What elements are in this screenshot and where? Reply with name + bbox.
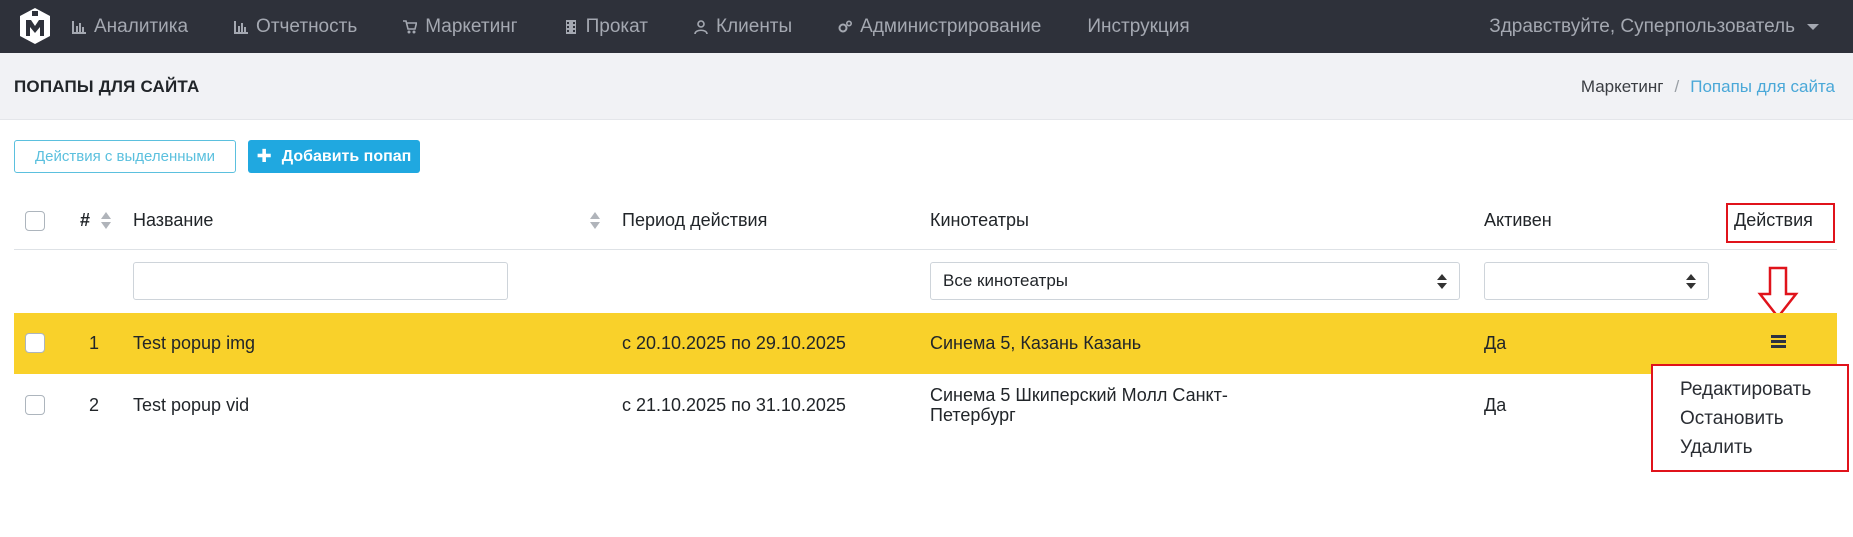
row-number: 2 [89,395,100,415]
sort-icon[interactable] [100,212,112,230]
row-active: Да [1484,333,1507,353]
top-navbar: Аналитика Отчетность Маркетинг Прокат Кл… [0,0,1853,53]
nav-item-instructions[interactable]: Инструкция [1087,16,1189,38]
add-popup-button[interactable]: ✚ Добавить попап [248,140,420,173]
table-row [14,313,1837,374]
nav-item-label: Администрирование [860,15,1042,37]
select-all-checkbox[interactable] [25,211,45,231]
menu-item-delete[interactable]: Удалить [1680,437,1753,459]
breadcrumb-separator: / [1674,77,1680,96]
annotation-highlight-box [1726,203,1835,243]
actions-list-icon[interactable] [1771,335,1786,348]
bar-chart-icon [234,20,249,34]
bulk-actions-button[interactable]: Действия с выделенными [14,140,236,173]
name-filter-input[interactable] [133,262,508,300]
row-cinemas-line: Петербург [930,405,1016,425]
sort-icon[interactable] [589,212,601,230]
plus-icon: ✚ [256,146,272,166]
column-header-name[interactable]: Название [133,210,213,231]
film-icon [565,19,576,34]
breadcrumb-link-marketing[interactable]: Маркетинг [1581,77,1664,97]
user-greeting: Здравствуйте, Суперпользователь [1489,15,1795,37]
cinemas-filter-select[interactable]: Все кинотеатры [930,262,1460,300]
active-filter-select[interactable] [1484,262,1709,300]
nav-item-label: Аналитика [94,15,189,37]
page-header: ПОПАПЫ ДЛЯ САЙТА Маркетинг / Попапы для … [0,53,1853,120]
row-checkbox[interactable] [25,333,45,353]
nav-item-analytics[interactable]: Аналитика [72,16,188,38]
nav-item-marketing[interactable]: Маркетинг [403,15,518,38]
logo-icon[interactable] [16,6,54,46]
main-nav: Аналитика Отчетность Маркетинг Прокат Кл… [72,0,1236,53]
cinemas-filter-value: Все кинотеатры [943,271,1069,290]
nav-item-label: Клиенты [715,15,793,37]
nav-item-label: Маркетинг [425,15,518,37]
row-cinemas: Синема 5 Шкиперский Молл Санкт- Петербур… [930,385,1228,425]
menu-item-edit[interactable]: Редактировать [1680,379,1811,401]
gears-icon [838,20,853,32]
nav-item-administration[interactable]: Администрирование [838,16,1041,38]
row-period: с 21.10.2025 по 31.10.2025 [622,395,846,415]
row-cinemas: Синема 5, Казань Казань [930,333,1142,353]
row-period: с 20.10.2025 по 29.10.2025 [622,333,846,353]
row-active: Да [1484,395,1507,415]
column-header-cinemas: Кинотеатры [930,210,1029,230]
select-arrows-icon [1437,274,1447,290]
breadcrumb-current: Попапы для сайта [1690,77,1835,96]
nav-item-label: Прокат [585,15,648,37]
breadcrumb: Маркетинг / Попапы для сайта [1581,77,1835,97]
row-checkbox[interactable] [25,395,45,415]
caret-down-icon [1807,23,1819,30]
bar-chart-icon [72,20,86,34]
page-title: ПОПАПЫ ДЛЯ САЙТА [14,77,200,96]
nav-item-label: Отчетность [256,15,358,37]
column-header-number[interactable]: # [80,210,90,231]
row-number: 1 [89,333,100,353]
add-popup-label: Добавить попап [281,147,412,165]
actions-dropdown-menu: Редактировать Остановить Удалить [1651,364,1849,472]
header-divider [14,249,1837,250]
column-header-period: Период действия [622,210,768,230]
row-name: Test popup img [133,333,256,353]
nav-item-distribution[interactable]: Прокат [564,16,648,38]
menu-item-stop[interactable]: Остановить [1680,408,1784,430]
row-cinemas-line: Синема 5 Шкиперский Молл Санкт- [930,385,1228,405]
select-arrows-icon [1686,274,1696,290]
user-icon [694,19,708,34]
annotation-arrow-down-icon [1757,266,1799,320]
row-name: Test popup vid [133,395,250,415]
cart-icon [403,19,418,33]
nav-item-clients[interactable]: Клиенты [694,16,792,38]
nav-item-label: Инструкция [1087,15,1190,37]
column-header-active: Активен [1484,210,1552,230]
nav-item-reports[interactable]: Отчетность [234,16,357,38]
user-menu[interactable]: Здравствуйте, Суперпользователь [1489,0,1819,53]
